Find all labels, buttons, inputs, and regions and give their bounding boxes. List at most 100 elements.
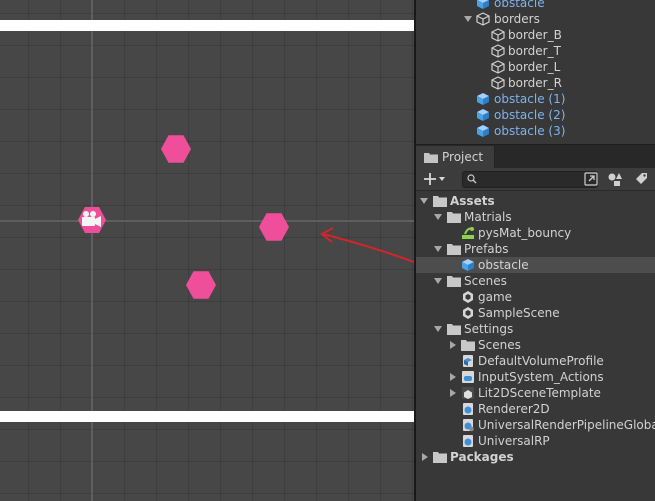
filter-by-label-icon[interactable]	[632, 170, 650, 188]
hierarchy-item-label: obstacle (2)	[494, 108, 566, 122]
prefab-cube-icon	[477, 93, 489, 105]
project-item-pysmat-bouncy[interactable]: pysMat_bouncy	[416, 225, 655, 241]
project-item-label: UniversalRP	[478, 434, 550, 448]
project-item-urp-global-settings[interactable]: UniversalRenderPipelineGlobalSettings	[416, 417, 655, 433]
project-item-renderer2d[interactable]: Renderer2D	[416, 401, 655, 417]
hierarchy-item-obstacle-1[interactable]: obstacle (1)	[416, 91, 655, 107]
hierarchy-item-label: border_T	[508, 44, 561, 58]
scene-view[interactable]	[0, 0, 414, 501]
folder-icon	[433, 196, 447, 207]
hierarchy-item-border-t[interactable]: border_T	[416, 43, 655, 59]
hierarchy-panel[interactable]: obstacle borders border_B border_T borde…	[416, 0, 655, 144]
hierarchy-item-obstacle-3[interactable]: obstacle (3)	[416, 123, 655, 139]
project-tree[interactable]: Assets Matrials pysMat_bouncy Prefabs ob…	[416, 191, 655, 501]
physics-material-icon	[462, 227, 474, 239]
volume-profile-icon	[463, 355, 473, 367]
project-item-label: DefaultVolumeProfile	[478, 354, 604, 368]
project-item-label: Lit2DSceneTemplate	[478, 386, 601, 400]
prefab-cube-icon	[477, 109, 489, 121]
cube-outline-icon	[476, 12, 490, 26]
search-input[interactable]	[462, 171, 598, 188]
filter-by-type-icon[interactable]	[606, 170, 624, 188]
scene-template-icon	[462, 387, 474, 399]
expand-arrow-icon[interactable]	[434, 214, 442, 220]
expand-arrow-icon[interactable]	[434, 326, 442, 332]
project-item-label: SampleScene	[478, 306, 560, 320]
project-item-obstacle[interactable]: obstacle	[416, 257, 655, 273]
expand-arrow-icon[interactable]	[434, 246, 442, 252]
search-icon	[467, 174, 477, 184]
add-asset-button[interactable]	[420, 170, 448, 188]
project-item-lit2dscenetemplate[interactable]: Lit2DSceneTemplate	[416, 385, 655, 401]
project-item-inputsystem-actions[interactable]: InputSystem_Actions	[416, 369, 655, 385]
hierarchy-item-border-r[interactable]: border_R	[416, 75, 655, 91]
open-search-window-icon[interactable]	[582, 170, 600, 188]
project-item-prefabs[interactable]: Prefabs	[416, 241, 655, 257]
hierarchy-item-label: obstacle (3)	[494, 124, 566, 138]
pipeline-asset-icon	[463, 435, 473, 447]
hierarchy-item-label: obstacle (1)	[494, 92, 566, 106]
project-item-settings-scenes[interactable]: Scenes	[416, 337, 655, 353]
hierarchy-item-label: borders	[494, 12, 540, 26]
project-item-label: UniversalRenderPipelineGlobalSettings	[478, 418, 655, 432]
project-item-settings[interactable]: Settings	[416, 321, 655, 337]
prefab-cube-icon	[477, 125, 489, 137]
expand-arrow-icon[interactable]	[450, 341, 456, 349]
hierarchy-item-label: border_B	[508, 28, 562, 42]
hierarchy-item-obstacle-2[interactable]: obstacle (2)	[416, 107, 655, 123]
project-item-label: InputSystem_Actions	[478, 370, 604, 384]
project-item-label: Renderer2D	[478, 402, 550, 416]
expand-arrow-icon[interactable]	[450, 389, 456, 397]
project-toolbar	[416, 168, 655, 191]
expand-arrow-icon[interactable]	[464, 16, 472, 22]
folder-icon	[447, 244, 461, 255]
hierarchy-item-border-b[interactable]: border_B	[416, 27, 655, 43]
settings-asset-icon	[463, 419, 474, 432]
input-actions-icon	[462, 371, 474, 383]
prefab-cube-icon	[477, 0, 489, 9]
project-item-label: Scenes	[464, 274, 507, 288]
tab-project-label: Project	[442, 150, 484, 164]
folder-icon	[447, 324, 461, 335]
project-item-label: Matrials	[464, 210, 512, 224]
hierarchy-item-label: border_R	[508, 76, 562, 90]
expand-arrow-icon[interactable]	[422, 453, 428, 461]
project-item-label: Settings	[464, 322, 514, 336]
annotation-overlay	[320, 227, 414, 263]
project-item-packages[interactable]: Packages	[416, 449, 655, 465]
folder-icon	[433, 452, 447, 463]
expand-arrow-icon[interactable]	[434, 278, 442, 284]
project-item-universalrp[interactable]: UniversalRP	[416, 433, 655, 449]
cube-outline-icon	[491, 44, 505, 58]
expand-arrow-icon[interactable]	[420, 198, 428, 204]
expand-arrow-icon[interactable]	[450, 373, 456, 381]
project-item-assets[interactable]: Assets	[416, 193, 655, 209]
prefab-cube-icon	[462, 259, 474, 271]
project-item-game[interactable]: game	[416, 289, 655, 305]
cube-outline-icon	[491, 76, 505, 90]
folder-icon	[447, 212, 461, 223]
project-item-scenes[interactable]: Scenes	[416, 273, 655, 289]
hierarchy-item-label: obstacle	[494, 0, 545, 10]
hierarchy-item-obstacle[interactable]: obstacle	[416, 0, 655, 11]
project-tab-bar: Project	[416, 144, 655, 169]
project-item-label: Assets	[450, 194, 495, 208]
hierarchy-item-border-l[interactable]: border_L	[416, 59, 655, 75]
project-item-label: Prefabs	[464, 242, 509, 256]
cube-outline-icon	[491, 28, 505, 42]
folder-icon	[447, 276, 461, 287]
folder-icon	[424, 153, 438, 163]
plus-icon	[424, 173, 436, 185]
tab-project[interactable]: Project	[416, 146, 495, 169]
drag-arrow	[322, 233, 414, 263]
project-item-matrials[interactable]: Matrials	[416, 209, 655, 225]
project-item-label: Packages	[450, 450, 514, 464]
renderer-asset-icon	[463, 403, 473, 415]
hierarchy-item-borders[interactable]: borders	[416, 11, 655, 27]
project-item-defaultvolumeprofile[interactable]: DefaultVolumeProfile	[416, 353, 655, 369]
project-item-label: obstacle	[478, 258, 529, 272]
project-item-samplescene[interactable]: SampleScene	[416, 305, 655, 321]
hierarchy-item-label: border_L	[508, 60, 561, 74]
project-item-label: pysMat_bouncy	[478, 226, 572, 240]
project-item-label: game	[478, 290, 513, 304]
